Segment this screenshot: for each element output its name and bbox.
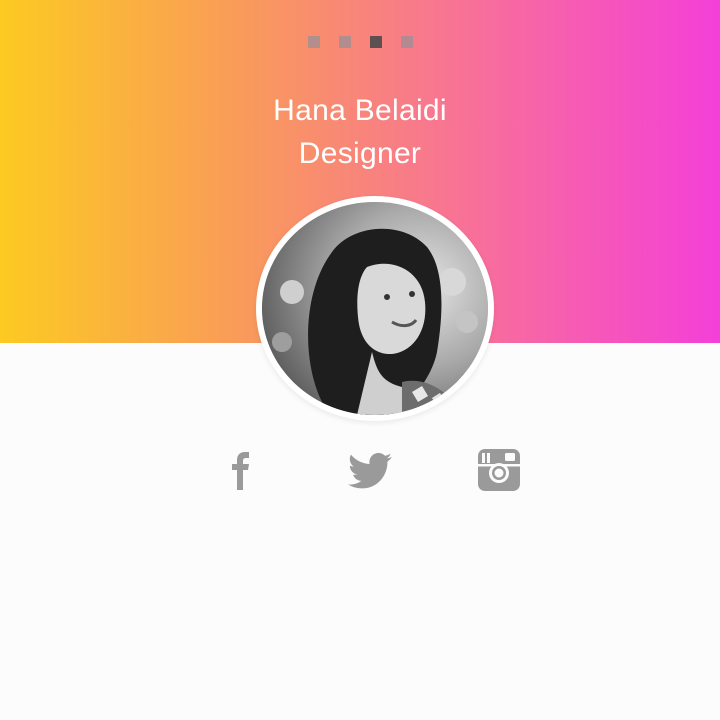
twitter-icon (348, 453, 392, 489)
twitter-link[interactable] (346, 448, 394, 495)
slide-dot-1[interactable] (307, 36, 320, 48)
slide-dot-4[interactable] (400, 36, 413, 48)
facebook-link[interactable] (228, 448, 254, 495)
profile-role: Designer (298, 137, 422, 170)
instagram-link[interactable] (477, 448, 521, 497)
avatar-frame (256, 196, 494, 421)
instagram-icon (478, 449, 520, 491)
slide-dot-3-active[interactable] (369, 36, 382, 48)
avatar (262, 202, 488, 415)
facebook-icon (232, 452, 249, 490)
slide-pagination (0, 36, 720, 48)
slide-dot-2[interactable] (338, 36, 351, 48)
avatar-photo (262, 202, 488, 415)
social-links (0, 448, 720, 494)
profile-name: Hana Belaidi (273, 94, 447, 127)
